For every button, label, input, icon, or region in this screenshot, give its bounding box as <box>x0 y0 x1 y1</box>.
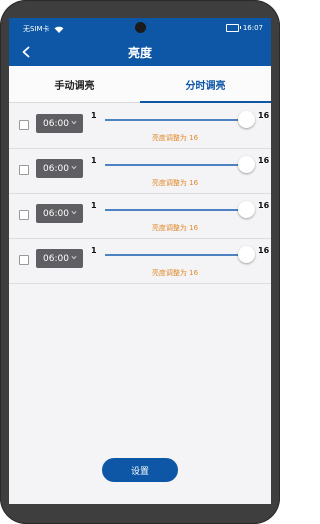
chevron-down-icon <box>71 210 77 215</box>
time-selector[interactable]: 06:00 <box>36 114 83 133</box>
brightness-slider-track[interactable] <box>105 119 245 121</box>
set-button[interactable]: 设置 <box>102 458 178 482</box>
status-left: 无SIM卡 <box>23 24 64 34</box>
time-value: 06:00 <box>43 208 69 219</box>
brightness-slider-thumb[interactable] <box>238 111 255 128</box>
brightness-slider-thumb[interactable] <box>238 246 255 263</box>
carrier-label: 无SIM卡 <box>23 25 50 33</box>
time-selector[interactable]: 06:00 <box>36 204 83 223</box>
chevron-down-icon <box>71 120 77 125</box>
phone-frame: 无SIM卡 16:07 亮度 手动调亮 分时调亮 06:00 1 16 亮度调整… <box>0 0 280 524</box>
brightness-slider-thumb[interactable] <box>238 156 255 173</box>
brightness-status-text: 亮度调整为 16 <box>151 179 199 187</box>
chevron-down-icon <box>71 165 77 170</box>
slider-min-label: 1 <box>91 111 97 120</box>
time-value: 06:00 <box>43 118 69 129</box>
schedule-row: 06:00 1 16 亮度调整为 16 <box>9 149 271 194</box>
time-selector[interactable]: 06:00 <box>36 159 83 178</box>
title-bar: 亮度 <box>9 38 271 66</box>
app-screen: 无SIM卡 16:07 亮度 手动调亮 分时调亮 06:00 1 16 亮度调整… <box>9 18 271 504</box>
tab-bar: 手动调亮 分时调亮 <box>9 66 271 103</box>
wifi-icon <box>54 26 64 33</box>
time-value: 06:00 <box>43 163 69 174</box>
brightness-status-text: 亮度调整为 16 <box>151 269 199 277</box>
schedule-list: 06:00 1 16 亮度调整为 16 06:00 1 16 亮度调整为 16 … <box>9 104 271 284</box>
status-bar: 无SIM卡 16:07 <box>9 18 271 38</box>
time-selector[interactable]: 06:00 <box>36 249 83 268</box>
slider-min-label: 1 <box>91 156 97 165</box>
brightness-slider-track[interactable] <box>105 209 245 211</box>
schedule-row: 06:00 1 16 亮度调整为 16 <box>9 104 271 149</box>
row-checkbox[interactable] <box>19 165 29 175</box>
battery-icon <box>225 24 241 32</box>
slider-max-label: 16 <box>258 246 270 255</box>
page-title: 亮度 <box>127 46 152 60</box>
tab-scheduled-brightness[interactable]: 分时调亮 <box>140 66 271 102</box>
slider-max-label: 16 <box>258 156 270 165</box>
tab-manual-brightness[interactable]: 手动调亮 <box>9 66 140 102</box>
row-checkbox[interactable] <box>19 255 29 265</box>
slider-min-label: 1 <box>91 246 97 255</box>
status-time: 16:07 <box>242 24 263 32</box>
slider-max-label: 16 <box>258 111 270 120</box>
slider-min-label: 1 <box>91 201 97 210</box>
brightness-status-text: 亮度调整为 16 <box>151 224 199 232</box>
brightness-slider-track[interactable] <box>105 164 245 166</box>
chevron-down-icon <box>71 255 77 260</box>
schedule-row: 06:00 1 16 亮度调整为 16 <box>9 239 271 284</box>
row-checkbox[interactable] <box>19 210 29 220</box>
brightness-status-text: 亮度调整为 16 <box>151 134 199 142</box>
status-right: 16:07 <box>225 24 263 32</box>
schedule-row: 06:00 1 16 亮度调整为 16 <box>9 194 271 239</box>
brightness-slider-track[interactable] <box>105 254 245 256</box>
time-value: 06:00 <box>43 253 69 264</box>
active-tab-indicator <box>140 101 271 103</box>
row-checkbox[interactable] <box>19 120 29 130</box>
slider-max-label: 16 <box>258 201 270 210</box>
brightness-slider-thumb[interactable] <box>238 201 255 218</box>
front-camera <box>135 22 146 33</box>
